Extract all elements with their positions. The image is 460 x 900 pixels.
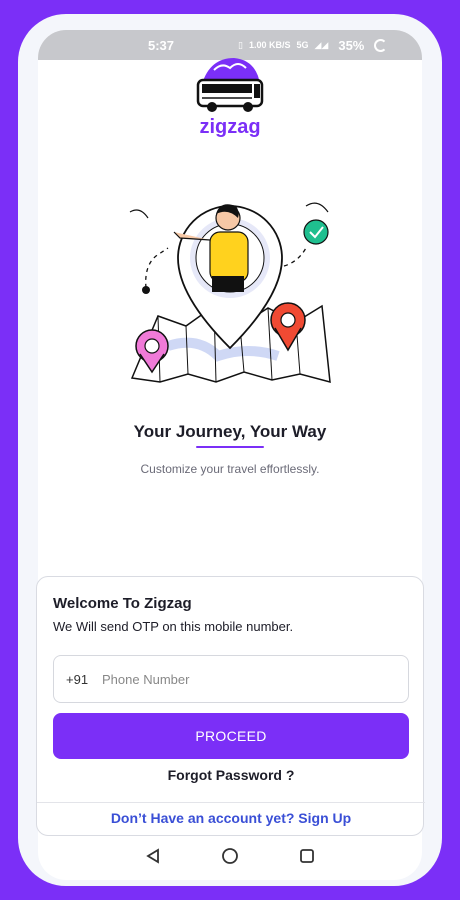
- login-card: Welcome To Zigzag We Will send OTP on th…: [36, 576, 425, 836]
- battery-icon: [374, 38, 388, 52]
- vibrate-icon: ▯: [238, 39, 243, 50]
- title-underline: [196, 446, 264, 448]
- status-icons: ▯ 1.00 KB/S 5G ◢◢ 35%: [238, 37, 388, 53]
- welcome-heading: Welcome To Zigzag: [53, 595, 192, 612]
- speed-text: 1.00 KB/S: [248, 40, 291, 50]
- journey-illustration: [129, 202, 331, 384]
- hero-title: Your Journey, Your Way: [133, 422, 327, 441]
- android-nav-bar: [38, 840, 422, 876]
- phone-number-field[interactable]: +91: [53, 655, 409, 703]
- app-logo: zigzag: [188, 54, 272, 139]
- brand-name: zigzag: [199, 116, 261, 138]
- bus-logo-icon: [196, 58, 264, 112]
- phone-number-input[interactable]: [102, 671, 382, 687]
- proceed-button[interactable]: PROCEED: [53, 713, 409, 759]
- home-circle-icon[interactable]: [221, 847, 239, 870]
- battery-text: 35%: [338, 37, 365, 53]
- network-label: 5G: [296, 40, 309, 50]
- status-time: 5:37: [148, 37, 175, 53]
- card-divider: [37, 802, 425, 803]
- otp-instruction: We Will send OTP on this mobile number.: [53, 619, 294, 634]
- back-triangle-icon[interactable]: [145, 847, 161, 869]
- signup-link[interactable]: Don’t Have an account yet? Sign Up: [37, 810, 425, 826]
- hero-subtitle: Customize your travel effortlessly.: [140, 462, 320, 476]
- country-code[interactable]: +91: [66, 672, 102, 687]
- forgot-password-link[interactable]: Forgot Password ?: [37, 767, 425, 783]
- signal-icon: ◢◢: [314, 39, 329, 50]
- recents-square-icon[interactable]: [299, 848, 315, 869]
